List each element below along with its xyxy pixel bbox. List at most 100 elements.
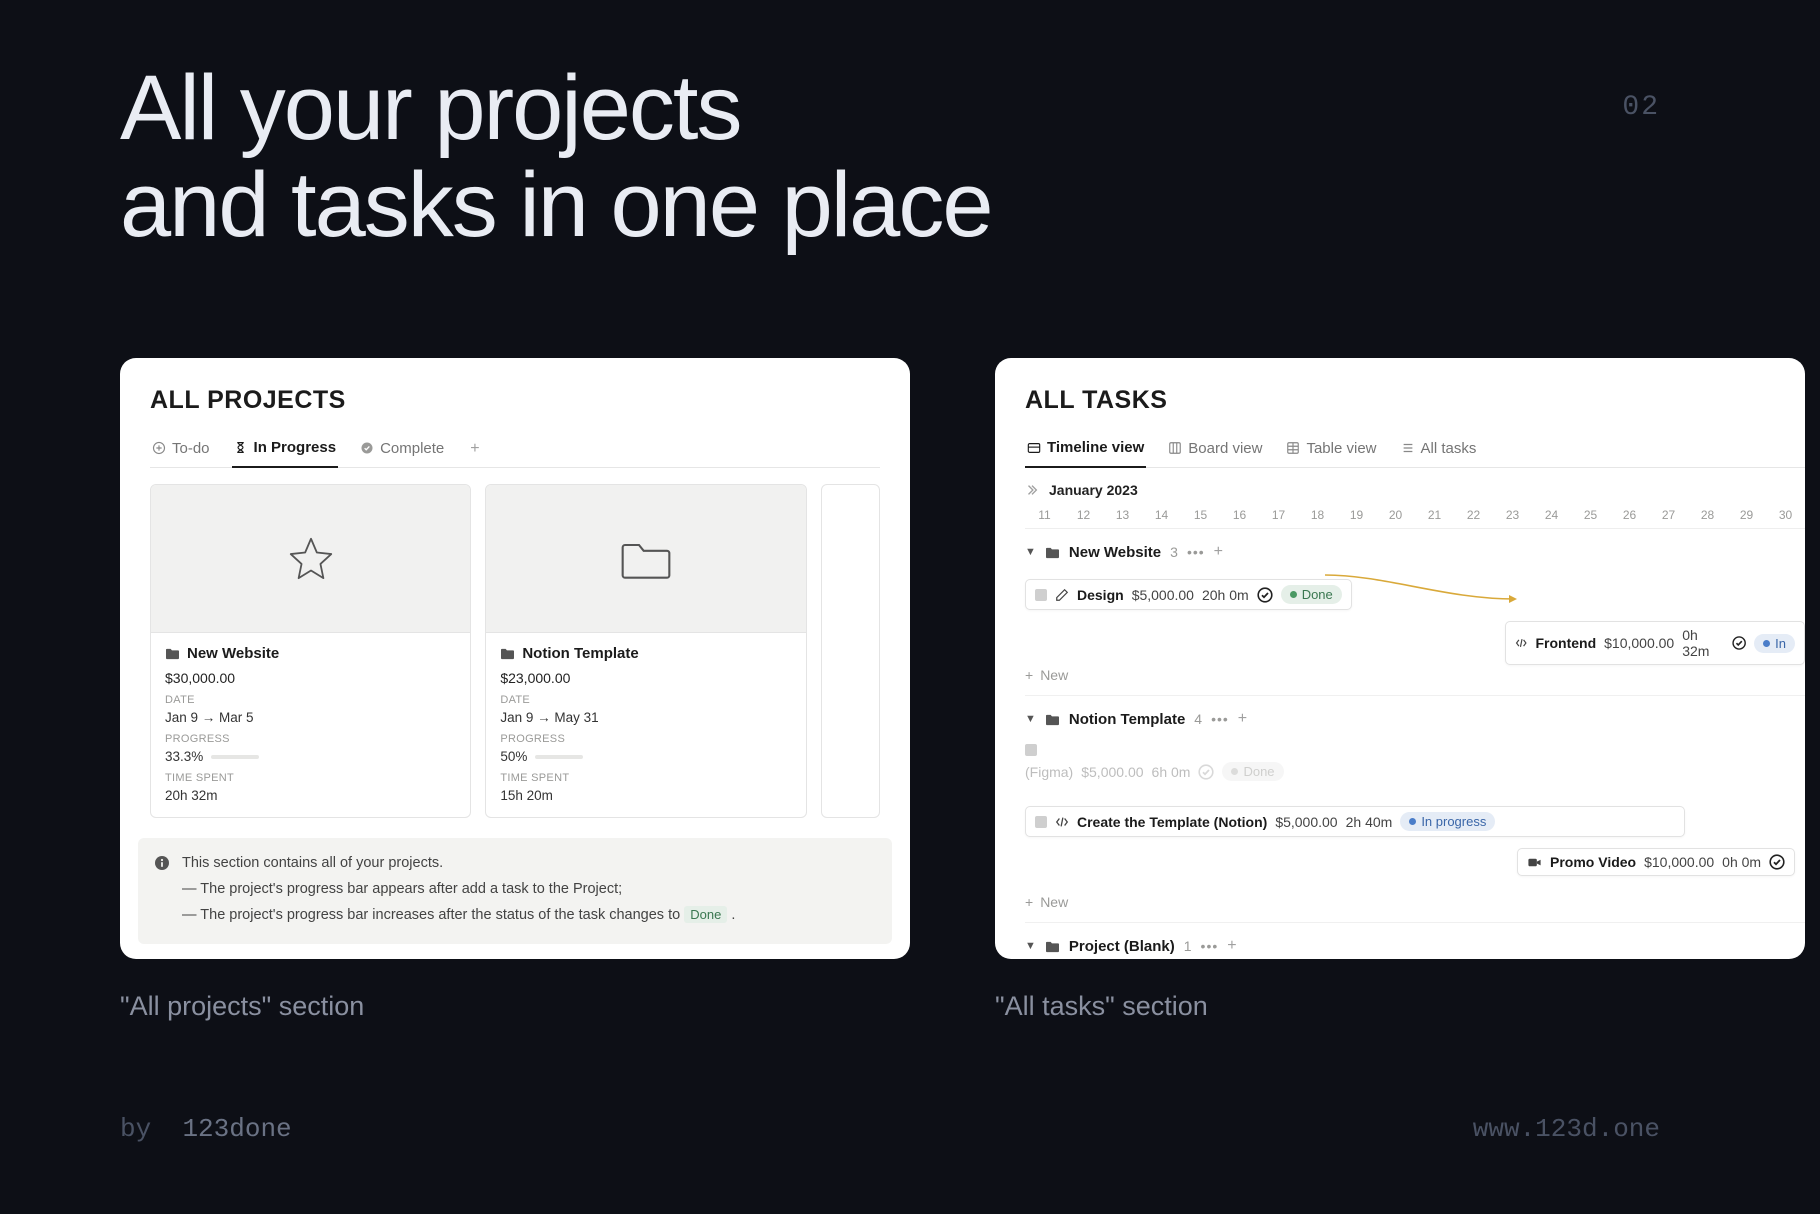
- day-label: 29: [1727, 508, 1766, 522]
- group-more-icon[interactable]: •••: [1187, 544, 1205, 560]
- left-caption: "All projects" section: [120, 991, 910, 1022]
- progress-text: 33.3%: [165, 749, 203, 764]
- day-label: 19: [1337, 508, 1376, 522]
- tab-timeline[interactable]: Timeline view: [1025, 431, 1146, 468]
- drag-handle-icon[interactable]: [1025, 744, 1037, 756]
- footer-by: by: [120, 1114, 151, 1144]
- day-label: 20: [1376, 508, 1415, 522]
- day-label: 24: [1532, 508, 1571, 522]
- task-bar[interactable]: Frontend $10,000.00 0h 32m In: [1505, 621, 1805, 665]
- day-label: 13: [1103, 508, 1142, 522]
- task-price: $5,000.00: [1132, 587, 1194, 603]
- timeline-group: ▼ Notion Template 4 ••• + (Figm: [1025, 696, 1805, 923]
- group-name[interactable]: New Website: [1069, 544, 1161, 561]
- status-pill-inprogress: In progress: [1400, 812, 1495, 831]
- tab-table[interactable]: Table view: [1284, 432, 1378, 467]
- date-ruler: 1112131415161718192021222324252627282930: [1025, 508, 1805, 529]
- date-value: Jan 9 → May 31: [500, 710, 791, 725]
- new-task-button[interactable]: +New: [1025, 894, 1805, 910]
- task-name: Design: [1077, 587, 1124, 603]
- code-icon: [1055, 815, 1069, 829]
- task-time: 0h 0m: [1722, 854, 1761, 870]
- collapse-toggle[interactable]: ▼: [1025, 546, 1036, 558]
- status-pill-done: Done: [1281, 585, 1342, 604]
- tab-board[interactable]: Board view: [1166, 432, 1264, 467]
- check-badge-icon: [360, 441, 374, 455]
- info-line1: — The project's progress bar appears aft…: [182, 878, 735, 902]
- task-time: 20h 0m: [1202, 587, 1249, 603]
- tab-alltasks[interactable]: All tasks: [1399, 432, 1479, 467]
- task-time: 6h 0m: [1152, 764, 1191, 780]
- new-task-button[interactable]: +New: [1025, 667, 1805, 683]
- group-add-button[interactable]: +: [1227, 937, 1236, 955]
- footer-url: www.123d.one: [1473, 1114, 1660, 1144]
- group-more-icon[interactable]: •••: [1201, 938, 1219, 954]
- footer-brand: 123done: [182, 1114, 291, 1144]
- date-label: DATE: [165, 694, 456, 706]
- task-name: Frontend: [1535, 635, 1596, 651]
- collapse-toggle[interactable]: ▼: [1025, 940, 1036, 952]
- projects-panel: ALL PROJECTS To-do In Progre: [120, 358, 910, 959]
- task-price: $5,000.00: [1275, 814, 1337, 830]
- task-bar[interactable]: Create the Template (Notion) $5,000.00 2…: [1025, 806, 1685, 837]
- status-pill-done: Done: [1222, 762, 1283, 781]
- check-circle-icon: [1198, 764, 1214, 780]
- list-icon: [1401, 441, 1415, 455]
- collapse-toggle[interactable]: ▼: [1025, 713, 1036, 725]
- task-bar[interactable]: Promo Video $10,000.00 0h 0m: [1517, 848, 1795, 876]
- folder-icon: [500, 647, 515, 660]
- tab-complete[interactable]: Complete: [358, 432, 446, 467]
- card-name: Notion Template: [522, 645, 638, 662]
- tasks-panel: ALL TASKS Timeline view Board view Ta: [995, 358, 1805, 959]
- group-count: 4: [1194, 711, 1202, 727]
- group-name[interactable]: Notion Template: [1069, 711, 1185, 728]
- tab-inprogress[interactable]: In Progress: [232, 431, 339, 468]
- group-add-button[interactable]: +: [1238, 710, 1247, 728]
- pencil-icon: [1055, 588, 1069, 602]
- right-caption: "All tasks" section: [995, 991, 1805, 1022]
- group-more-icon[interactable]: •••: [1211, 711, 1229, 727]
- timeline-group: ▼ Project (Blank) 1 ••• +: [1025, 923, 1805, 959]
- group-add-button[interactable]: +: [1214, 543, 1223, 561]
- timeline-icon: [1027, 441, 1041, 455]
- star-icon: [284, 532, 338, 586]
- tab-board-label: Board view: [1188, 440, 1262, 457]
- folder-icon: [1045, 940, 1060, 953]
- plus-circle-icon: [152, 441, 166, 455]
- add-tab-button[interactable]: +: [466, 432, 483, 466]
- info-line2-prefix: — The project's progress bar increases a…: [182, 907, 680, 923]
- project-card[interactable]: Notion Template $23,000.00 DATE Jan 9 → …: [485, 484, 806, 818]
- tab-todo[interactable]: To-do: [150, 432, 212, 467]
- plus-icon: +: [1025, 667, 1033, 683]
- tab-todo-label: To-do: [172, 440, 210, 457]
- day-label: 16: [1220, 508, 1259, 522]
- table-icon: [1286, 441, 1300, 455]
- check-circle-icon: [1769, 854, 1785, 870]
- day-label: 21: [1415, 508, 1454, 522]
- day-label: 23: [1493, 508, 1532, 522]
- video-icon: [1527, 855, 1542, 870]
- progress-text: 50%: [500, 749, 527, 764]
- task-name: Create the Template (Notion): [1077, 814, 1267, 830]
- projects-title: ALL PROJECTS: [150, 386, 880, 415]
- day-label: 30: [1766, 508, 1805, 522]
- task-bar[interactable]: Design $5,000.00 20h 0m Done: [1025, 579, 1352, 610]
- task-name: (Figma): [1025, 764, 1073, 780]
- timeline-group: ▼ New Website 3 ••• + Design: [1025, 529, 1805, 696]
- info-lead: This section contains all of your projec…: [182, 852, 735, 876]
- hourglass-icon: [234, 441, 248, 455]
- day-label: 18: [1298, 508, 1337, 522]
- project-card-peek[interactable]: [821, 484, 880, 818]
- project-card[interactable]: New Website $30,000.00 DATE Jan 9 → Mar …: [150, 484, 471, 818]
- done-pill: Done: [684, 906, 727, 923]
- folder-icon: [1045, 713, 1060, 726]
- drag-handle-icon[interactable]: [1035, 589, 1047, 601]
- progress-label: PROGRESS: [500, 733, 791, 745]
- group-name[interactable]: Project (Blank): [1069, 938, 1175, 955]
- tab-inprogress-label: In Progress: [254, 439, 337, 456]
- check-circle-icon: [1257, 587, 1273, 603]
- drag-handle-icon[interactable]: [1035, 816, 1047, 828]
- projects-tabs: To-do In Progress Complete: [150, 431, 880, 468]
- info-icon: [154, 855, 170, 871]
- expand-icon[interactable]: [1025, 483, 1039, 497]
